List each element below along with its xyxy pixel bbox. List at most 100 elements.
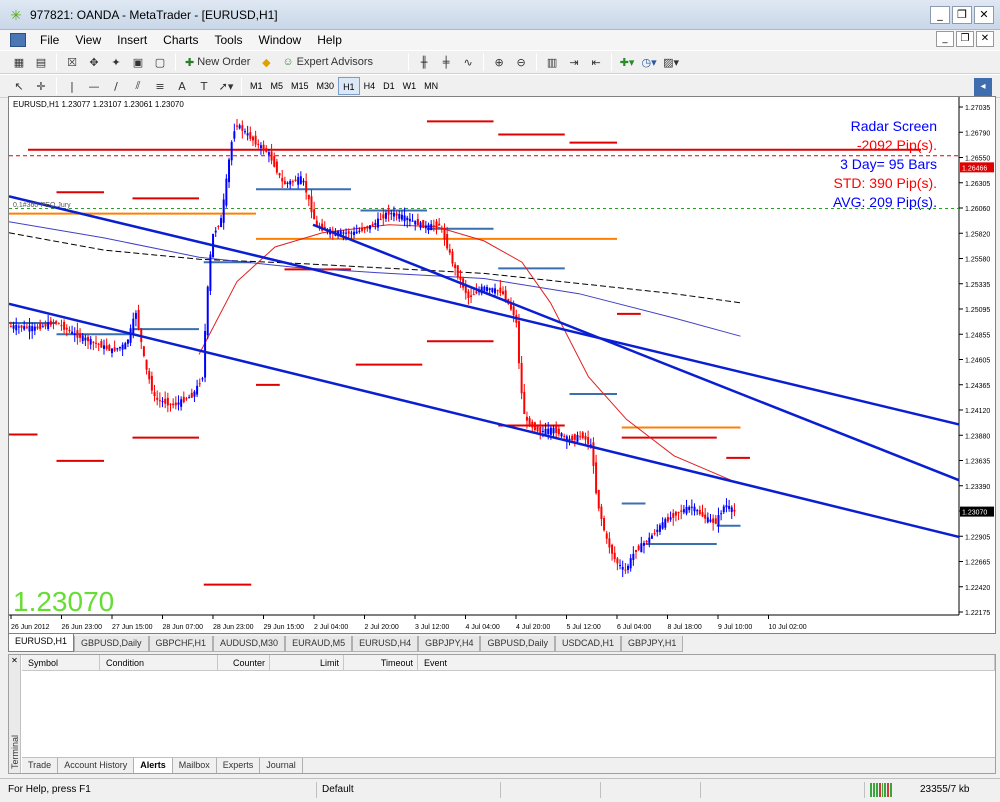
new-chart-icon[interactable]: ▦ — [9, 52, 29, 72]
candle-body — [560, 433, 563, 437]
menu-file[interactable]: File — [32, 30, 67, 50]
candle-body — [685, 506, 688, 514]
zoom-in-icon[interactable]: ⊕ — [489, 52, 509, 72]
connection-status-icon — [870, 783, 892, 797]
new-order-icon: ✚ — [185, 56, 195, 69]
column-limit[interactable]: Limit — [270, 655, 344, 671]
periods-icon[interactable]: ◷▾ — [639, 52, 659, 72]
line-chart-icon[interactable]: ∿ — [458, 52, 478, 72]
tab-experts[interactable]: Experts — [217, 758, 261, 773]
candle-body — [129, 328, 132, 343]
crosshair-icon[interactable]: ✛ — [31, 76, 51, 96]
chart-tab-euraud-m5[interactable]: EURAUD,M5 — [285, 636, 353, 652]
status-profile: Default — [322, 784, 354, 795]
price-chart[interactable]: 1.27035 1.26790 1.26550 1.26305 1.26060 1.258… — [8, 97, 995, 633]
chart-tab-gbpusd-daily-2[interactable]: GBPUSD,Daily — [480, 636, 555, 652]
minimize-icon[interactable]: _ — [930, 6, 950, 24]
candle-body — [286, 182, 289, 184]
market-watch-icon[interactable]: ☒ — [62, 52, 82, 72]
chart-tab-audusd-m30[interactable]: AUDUSD,M30 — [213, 636, 286, 652]
community-icon[interactable]: ◂ — [974, 78, 992, 96]
candle-body — [193, 391, 196, 397]
arrows-icon[interactable]: ➚▾ — [216, 76, 236, 96]
menu-charts[interactable]: Charts — [155, 30, 206, 50]
candle-body — [291, 181, 294, 183]
column-timeout[interactable]: Timeout — [344, 655, 418, 671]
candle-body — [198, 383, 201, 385]
text-label-icon[interactable]: A — [172, 76, 192, 96]
menu-help[interactable]: Help — [309, 30, 350, 50]
close-icon[interactable]: ✕ — [10, 656, 19, 665]
mdi-minimize-icon[interactable]: _ — [936, 31, 954, 47]
expert-advisors-button[interactable]: ☺ Expert Advisors — [278, 52, 377, 72]
candle-body — [33, 326, 36, 331]
chart-tab-usdcad-h1[interactable]: USDCAD,H1 — [554, 636, 621, 652]
timeframe-m1[interactable]: M1 — [246, 77, 267, 95]
menu-tools[interactable]: Tools — [207, 30, 251, 50]
timeframe-m30[interactable]: M30 — [313, 77, 339, 95]
chart-tab-gbpjpy-h4[interactable]: GBPJPY,H4 — [418, 636, 481, 652]
timeframe-w1[interactable]: W1 — [399, 77, 421, 95]
autoscroll-icon[interactable]: ⇥ — [564, 52, 584, 72]
column-event[interactable]: Event — [418, 655, 995, 671]
chart-area[interactable]: 1.27035 1.26790 1.26550 1.26305 1.26060 1.258… — [8, 96, 996, 634]
fibonacci-icon[interactable]: ≡ — [150, 76, 170, 96]
channel-icon[interactable]: ⫽ — [128, 76, 148, 96]
mdi-restore-icon[interactable]: ❐ — [956, 31, 974, 47]
candle-body — [571, 435, 574, 441]
candle-body — [251, 136, 254, 141]
chart-tab-gbpchf-h1[interactable]: GBPCHF,H1 — [148, 636, 214, 652]
timeframe-m5[interactable]: M5 — [267, 77, 288, 95]
chart-tab-gbpjpy-h1[interactable]: GBPJPY,H1 — [620, 636, 684, 652]
profiles-icon[interactable]: ▤ — [31, 52, 51, 72]
x-tick-label: 9 Jul 10:00 — [718, 624, 752, 631]
x-tick-label: 27 Jun 15:00 — [112, 624, 153, 631]
templates-icon[interactable]: ▨▾ — [661, 52, 681, 72]
chart-shift-icon[interactable]: ⇤ — [586, 52, 606, 72]
column-symbol[interactable]: Symbol — [22, 655, 100, 671]
tab-account-history[interactable]: Account History — [58, 758, 135, 773]
tab-trade[interactable]: Trade — [22, 758, 59, 773]
y-tick-label: 1.22175 — [965, 610, 990, 617]
terminal-icon[interactable]: ▣ — [128, 52, 148, 72]
chart-window-icon[interactable] — [10, 33, 26, 47]
menu-insert[interactable]: Insert — [109, 30, 155, 50]
bar-chart-icon[interactable]: ╫ — [414, 52, 434, 72]
data-window-icon[interactable]: ✥ — [84, 52, 104, 72]
menu-window[interactable]: Window — [251, 30, 310, 50]
candle-body — [387, 210, 390, 215]
new-order-button[interactable]: ✚ New Order — [181, 52, 254, 72]
candle-body — [666, 517, 669, 522]
menu-view[interactable]: View — [67, 30, 109, 50]
candle-body — [230, 142, 233, 161]
zoom-out-icon[interactable]: ⊖ — [511, 52, 531, 72]
cursor-icon[interactable]: ↖ — [9, 76, 29, 96]
restore-icon[interactable]: ❐ — [952, 6, 972, 24]
timeframe-mn[interactable]: MN — [420, 77, 442, 95]
timeframe-d1[interactable]: D1 — [379, 77, 399, 95]
vertical-line-icon[interactable]: | — [62, 76, 82, 96]
tab-alerts[interactable]: Alerts — [134, 758, 173, 773]
navigator-icon[interactable]: ✦ — [106, 52, 126, 72]
chart-tab-gbpusd-daily[interactable]: GBPUSD,Daily — [74, 636, 149, 652]
horizontal-line-icon[interactable]: — — [84, 76, 104, 96]
candlestick-icon[interactable]: ╪ — [436, 52, 456, 72]
tab-mailbox[interactable]: Mailbox — [173, 758, 217, 773]
strategy-tester-icon[interactable]: ▢ — [150, 52, 170, 72]
indicators-icon[interactable]: ✚▾ — [617, 52, 637, 72]
tile-windows-icon[interactable]: ▥ — [542, 52, 562, 72]
chart-tab-eurusd-h1[interactable]: EURUSD,H1 — [8, 634, 75, 652]
mdi-close-icon[interactable]: ✕ — [976, 31, 994, 47]
close-icon[interactable]: ✕ — [974, 6, 994, 24]
candle-body — [422, 220, 425, 228]
timeframe-h1[interactable]: H1 — [338, 77, 360, 95]
timeframe-h4[interactable]: H4 — [360, 77, 380, 95]
column-counter[interactable]: Counter — [218, 655, 270, 671]
tab-journal[interactable]: Journal — [260, 758, 303, 773]
text-icon[interactable]: T — [194, 76, 214, 96]
trendline-icon[interactable]: / — [106, 76, 126, 96]
column-condition[interactable]: Condition — [100, 655, 218, 671]
metaeditor-icon[interactable]: ◆ — [256, 52, 276, 72]
chart-tab-eurusd-h4[interactable]: EURUSD,H4 — [352, 636, 419, 652]
timeframe-m15[interactable]: M15 — [287, 77, 313, 95]
